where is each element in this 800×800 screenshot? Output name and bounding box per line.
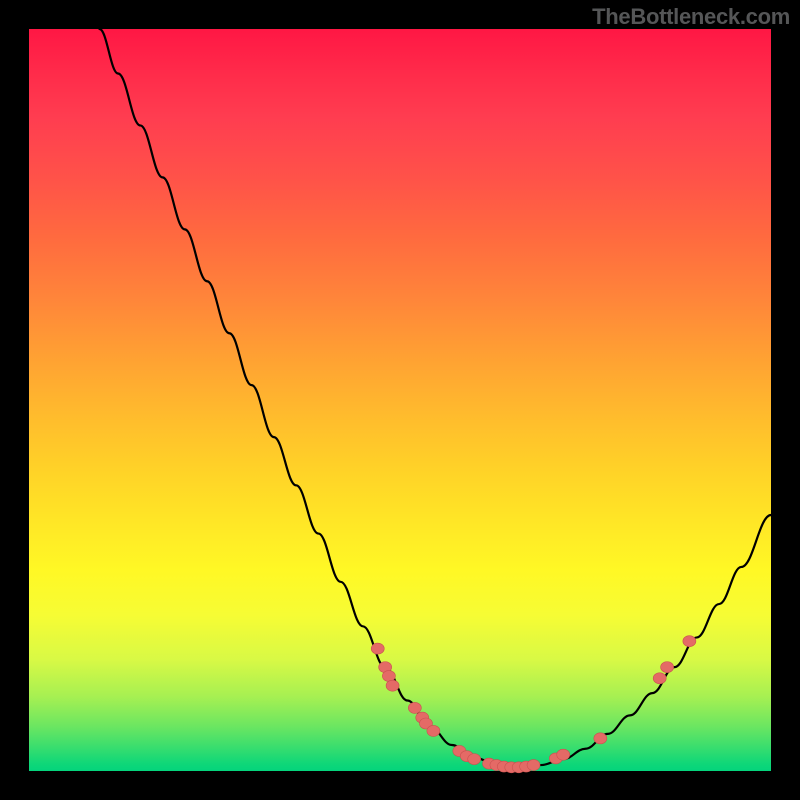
curve-marker [683, 636, 696, 647]
attribution-text: TheBottleneck.com [592, 4, 790, 30]
chart-gradient-frame [29, 29, 771, 771]
curve-marker [386, 680, 399, 691]
curve-marker [661, 662, 674, 673]
marker-group [371, 636, 696, 773]
curve-marker [427, 725, 440, 736]
curve-marker [408, 702, 421, 713]
curve-marker [557, 749, 570, 760]
curve-marker [468, 754, 481, 765]
curve-marker [594, 733, 607, 744]
curve-marker [527, 760, 540, 771]
bottleneck-curve [99, 29, 771, 767]
curve-marker [371, 643, 384, 654]
chart-svg [29, 29, 771, 771]
curve-marker [653, 673, 666, 684]
curve-marker [382, 671, 395, 682]
